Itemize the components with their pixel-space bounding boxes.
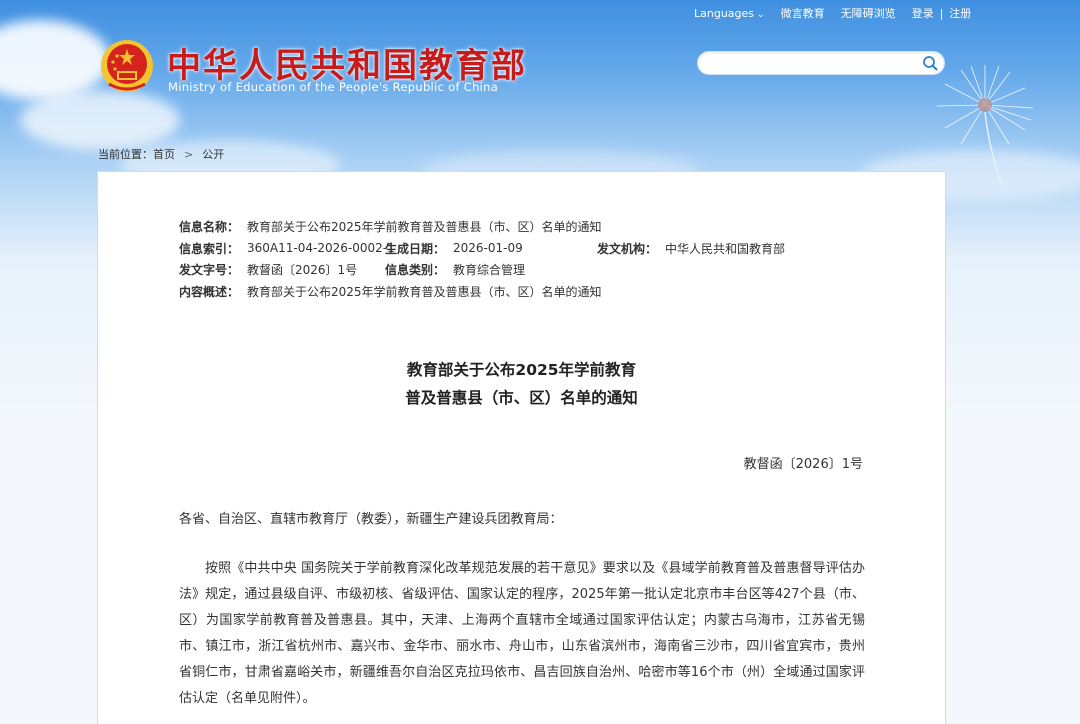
meta-row: 信息名称： 教育部关于公布2025年学前教育普及普惠县（市、区）名单的通知: [179, 216, 785, 238]
document-number: 教督函〔2026〕1号: [743, 457, 863, 472]
breadcrumb-prefix: 当前位置：: [98, 148, 153, 161]
meta-value: 教督函〔2026〕1号: [247, 263, 358, 278]
link-separator: |: [939, 6, 944, 20]
meta-label: 信息索引：: [179, 241, 240, 256]
meta-value: 教育综合管理: [453, 263, 526, 278]
meta-label: 发文机构：: [597, 241, 658, 256]
meta-value: 中华人民共和国教育部: [665, 241, 786, 256]
search-box: [697, 51, 945, 75]
info-meta-table: 信息名称： 教育部关于公布2025年学前教育普及普惠县（市、区）名单的通知 信息…: [179, 216, 785, 302]
meta-row: 发文字号： 教督函〔2026〕1号 信息类别： 教育综合管理: [179, 259, 785, 281]
content-panel: 信息名称： 教育部关于公布2025年学前教育普及普惠县（市、区）名单的通知 信息…: [97, 171, 946, 724]
meta-label: 生成日期：: [385, 241, 446, 256]
meta-label: 信息类别：: [385, 263, 446, 278]
meta-value: 2026-01-09: [453, 241, 523, 256]
breadcrumb: 当前位置： 首页 > 公开: [98, 146, 224, 162]
accessibility-link[interactable]: 无障碍浏览: [841, 5, 896, 21]
languages-menu[interactable]: Languages ⌄: [694, 7, 765, 20]
meta-value: 教育部关于公布2025年学前教育普及普惠县（市、区）名单的通知: [247, 284, 602, 299]
search-icon[interactable]: [922, 55, 938, 71]
breadcrumb-current[interactable]: 公开: [202, 146, 224, 162]
breadcrumb-separator: >: [184, 147, 194, 161]
cloud-decoration: [0, 20, 110, 100]
document-salutation: 各省、自治区、直辖市教育厅（教委），新疆生产建设兵团教育局：: [179, 512, 563, 527]
meta-value: 360A11-04-2026-0002-1: [247, 241, 395, 256]
top-links-bar: Languages ⌄ 微言教育 无障碍浏览 登录 | 注册: [694, 5, 971, 21]
meta-label: 信息名称：: [179, 220, 240, 235]
search-input[interactable]: [698, 52, 912, 74]
cloud-decoration: [20, 90, 180, 150]
languages-label: Languages: [694, 6, 755, 20]
site-subtitle: Ministry of Education of the People's Re…: [168, 80, 499, 94]
weibo-link[interactable]: 微言教育: [781, 5, 825, 21]
document-title-line: 普及普惠县（市、区）名单的通知: [405, 389, 638, 407]
meta-value: 教育部关于公布2025年学前教育普及普惠县（市、区）名单的通知: [247, 220, 602, 235]
meta-row: 信息索引： 360A11-04-2026-0002-1 生成日期： 2026-0…: [179, 238, 785, 260]
document-title-line: 教育部关于公布2025年学前教育: [406, 361, 637, 379]
national-emblem-icon[interactable]: [99, 38, 155, 94]
meta-label: 内容概述：: [179, 284, 240, 299]
document-title: 教育部关于公布2025年学前教育 普及普惠县（市、区）名单的通知: [98, 356, 945, 412]
chevron-down-icon: ⌄: [757, 9, 765, 20]
meta-row: 内容概述： 教育部关于公布2025年学前教育普及普惠县（市、区）名单的通知: [179, 281, 785, 303]
breadcrumb-home[interactable]: 首页: [153, 146, 175, 162]
document-paragraph: 按照《中共中央 国务院关于学前教育深化改革规范发展的若干意见》要求以及《县域学前…: [179, 561, 865, 706]
register-link[interactable]: 注册: [949, 5, 971, 21]
meta-label: 发文字号：: [179, 263, 240, 278]
login-link[interactable]: 登录: [912, 5, 934, 21]
